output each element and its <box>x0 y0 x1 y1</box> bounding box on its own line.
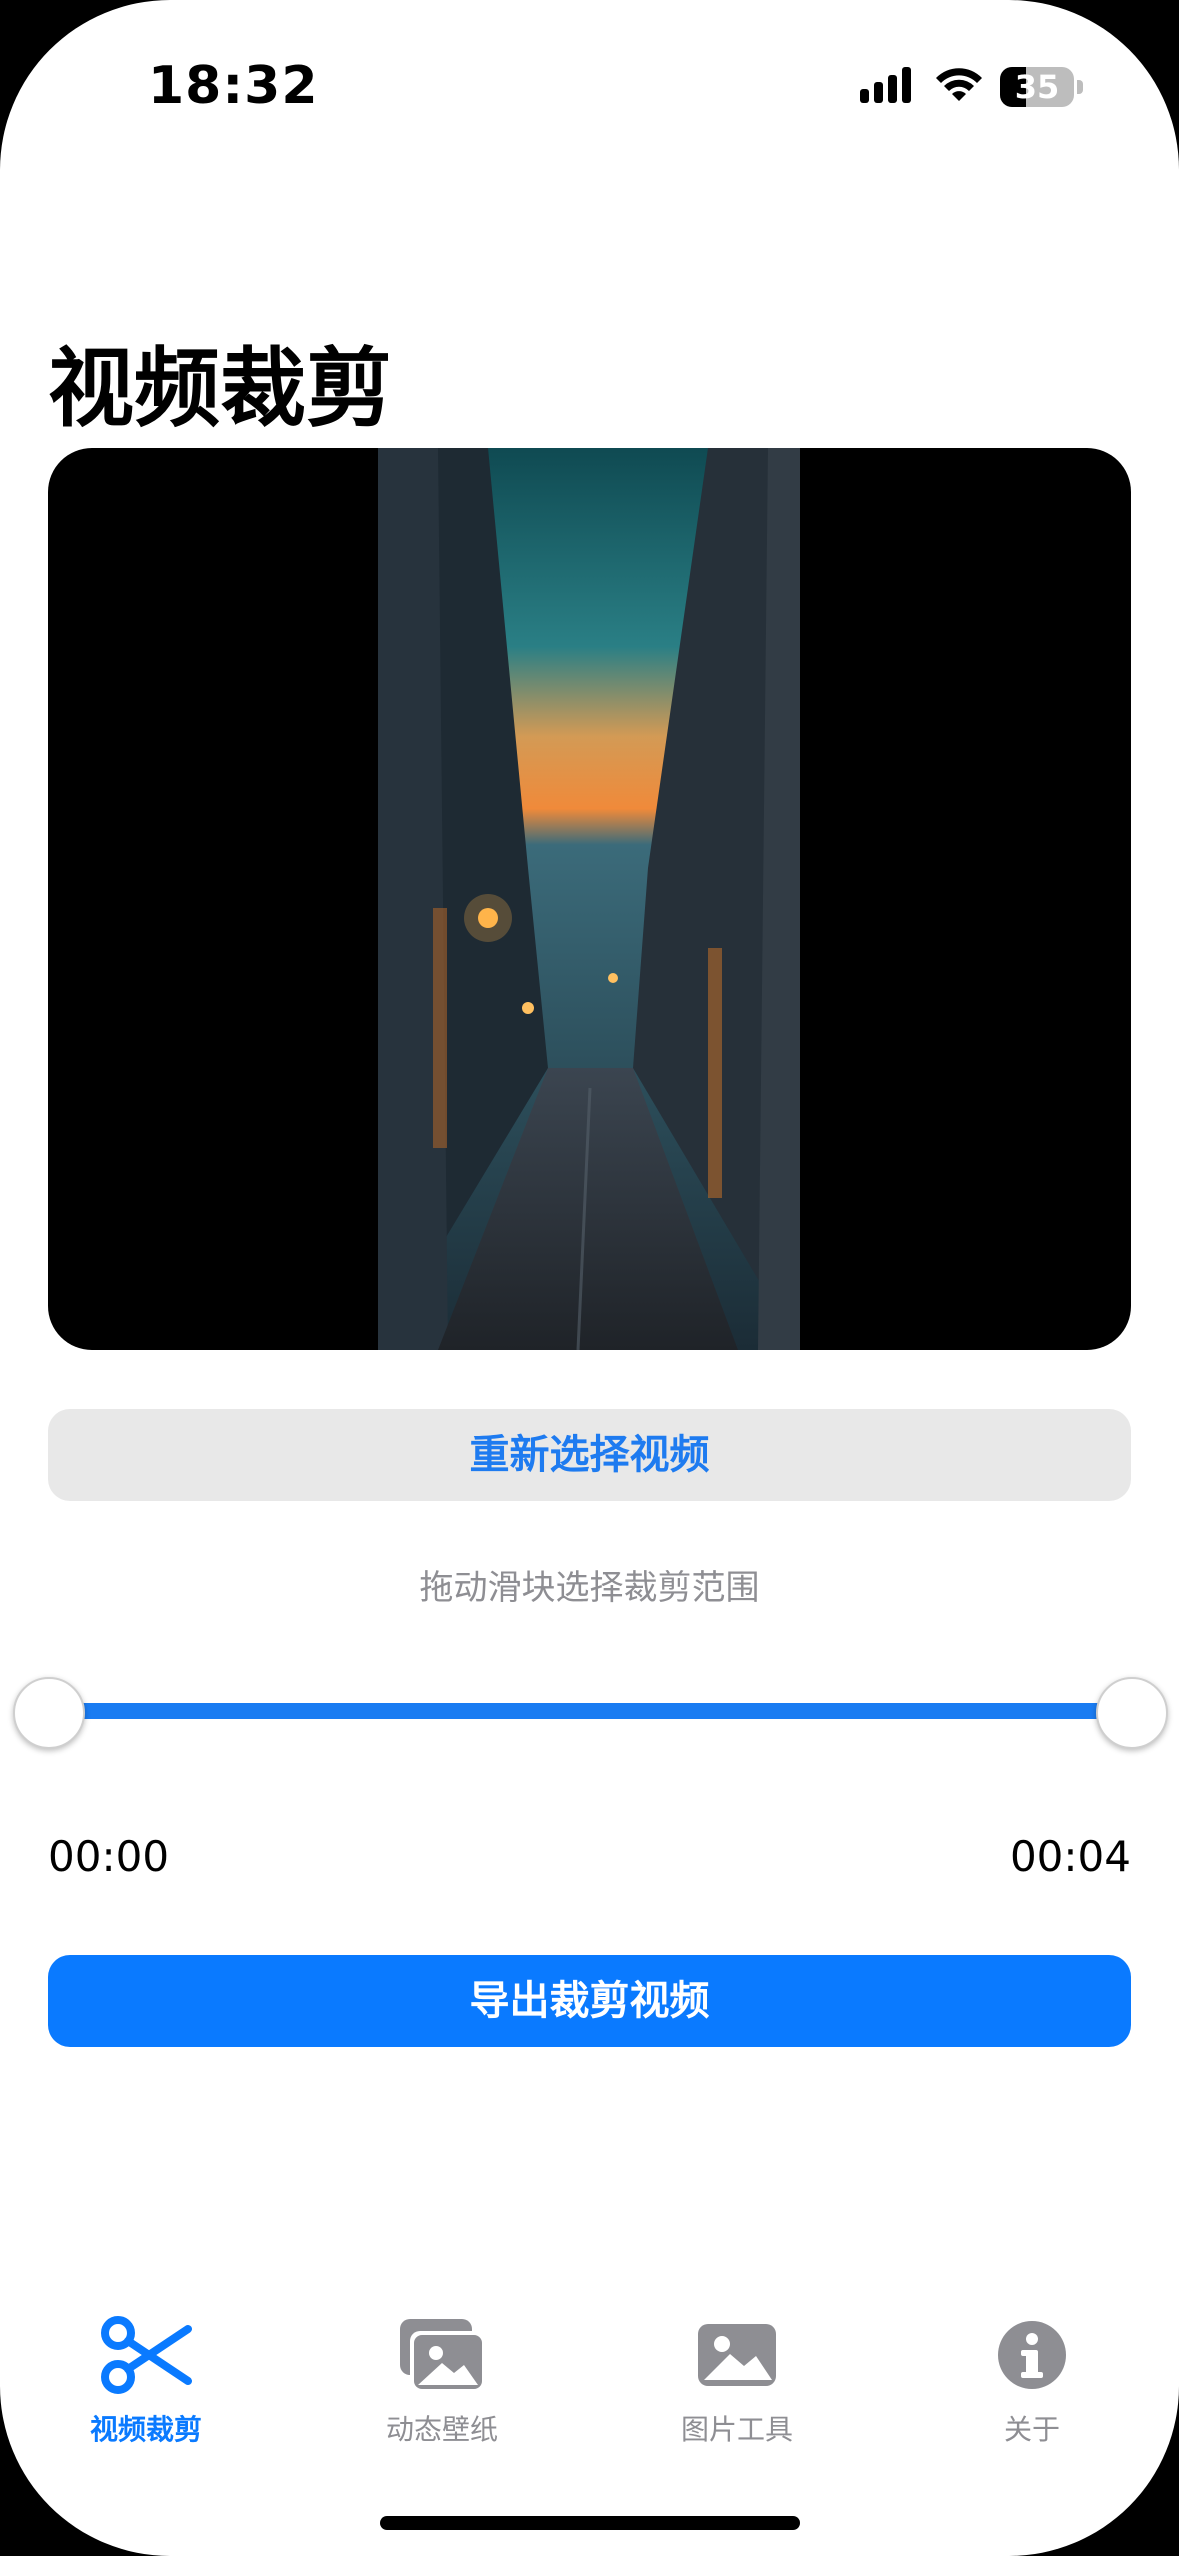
signal-icon <box>858 65 918 109</box>
page-title: 视频裁剪 <box>48 339 392 439</box>
tab-bar: 视频裁剪 动态壁纸 图片工具 关于 <box>0 2310 1179 2460</box>
tab-label: 关于 <box>1003 2413 1060 2446</box>
tab-label: 视频裁剪 <box>89 2413 202 2446</box>
tab-live-wallpaper[interactable]: 动态壁纸 <box>322 2310 562 2448</box>
trim-end-handle[interactable] <box>1096 1677 1168 1749</box>
tab-video-trim[interactable]: 视频裁剪 <box>26 2310 266 2448</box>
wifi-icon <box>932 65 986 109</box>
tab-label: 图片工具 <box>680 2413 793 2446</box>
video-preview[interactable] <box>48 448 1131 1350</box>
home-indicator[interactable] <box>380 2516 800 2530</box>
info-icon <box>998 2321 1066 2389</box>
trim-hint: 拖动滑块选择裁剪范围 <box>419 1568 760 1608</box>
battery-percent: 35 <box>1014 68 1060 106</box>
trim-start-time: 00:00 <box>48 1832 170 1881</box>
photo-icon <box>698 2324 776 2386</box>
photo-stack-icon <box>400 2319 484 2391</box>
tab-label: 动态壁纸 <box>385 2413 498 2446</box>
battery-icon: 35 <box>1000 67 1083 107</box>
tab-about[interactable]: 关于 <box>912 2310 1152 2448</box>
trim-end-time: 00:04 <box>1009 1832 1131 1881</box>
video-thumbnail <box>378 448 800 1350</box>
status-icons: 35 <box>858 64 1083 110</box>
status-time: 18:32 <box>148 56 319 116</box>
reselect-video-button[interactable]: 重新选择视频 <box>48 1409 1131 1501</box>
tab-image-tools[interactable]: 图片工具 <box>617 2310 857 2448</box>
trim-start-handle[interactable] <box>13 1677 85 1749</box>
trim-range-track[interactable] <box>48 1703 1131 1719</box>
scissors-icon <box>101 2316 192 2394</box>
app-screen: 18:32 35 视频裁剪 重新选择视频 拖动滑块选择裁剪范围 00:00 00… <box>0 0 1179 2556</box>
export-trimmed-video-button[interactable]: 导出裁剪视频 <box>48 1955 1131 2047</box>
